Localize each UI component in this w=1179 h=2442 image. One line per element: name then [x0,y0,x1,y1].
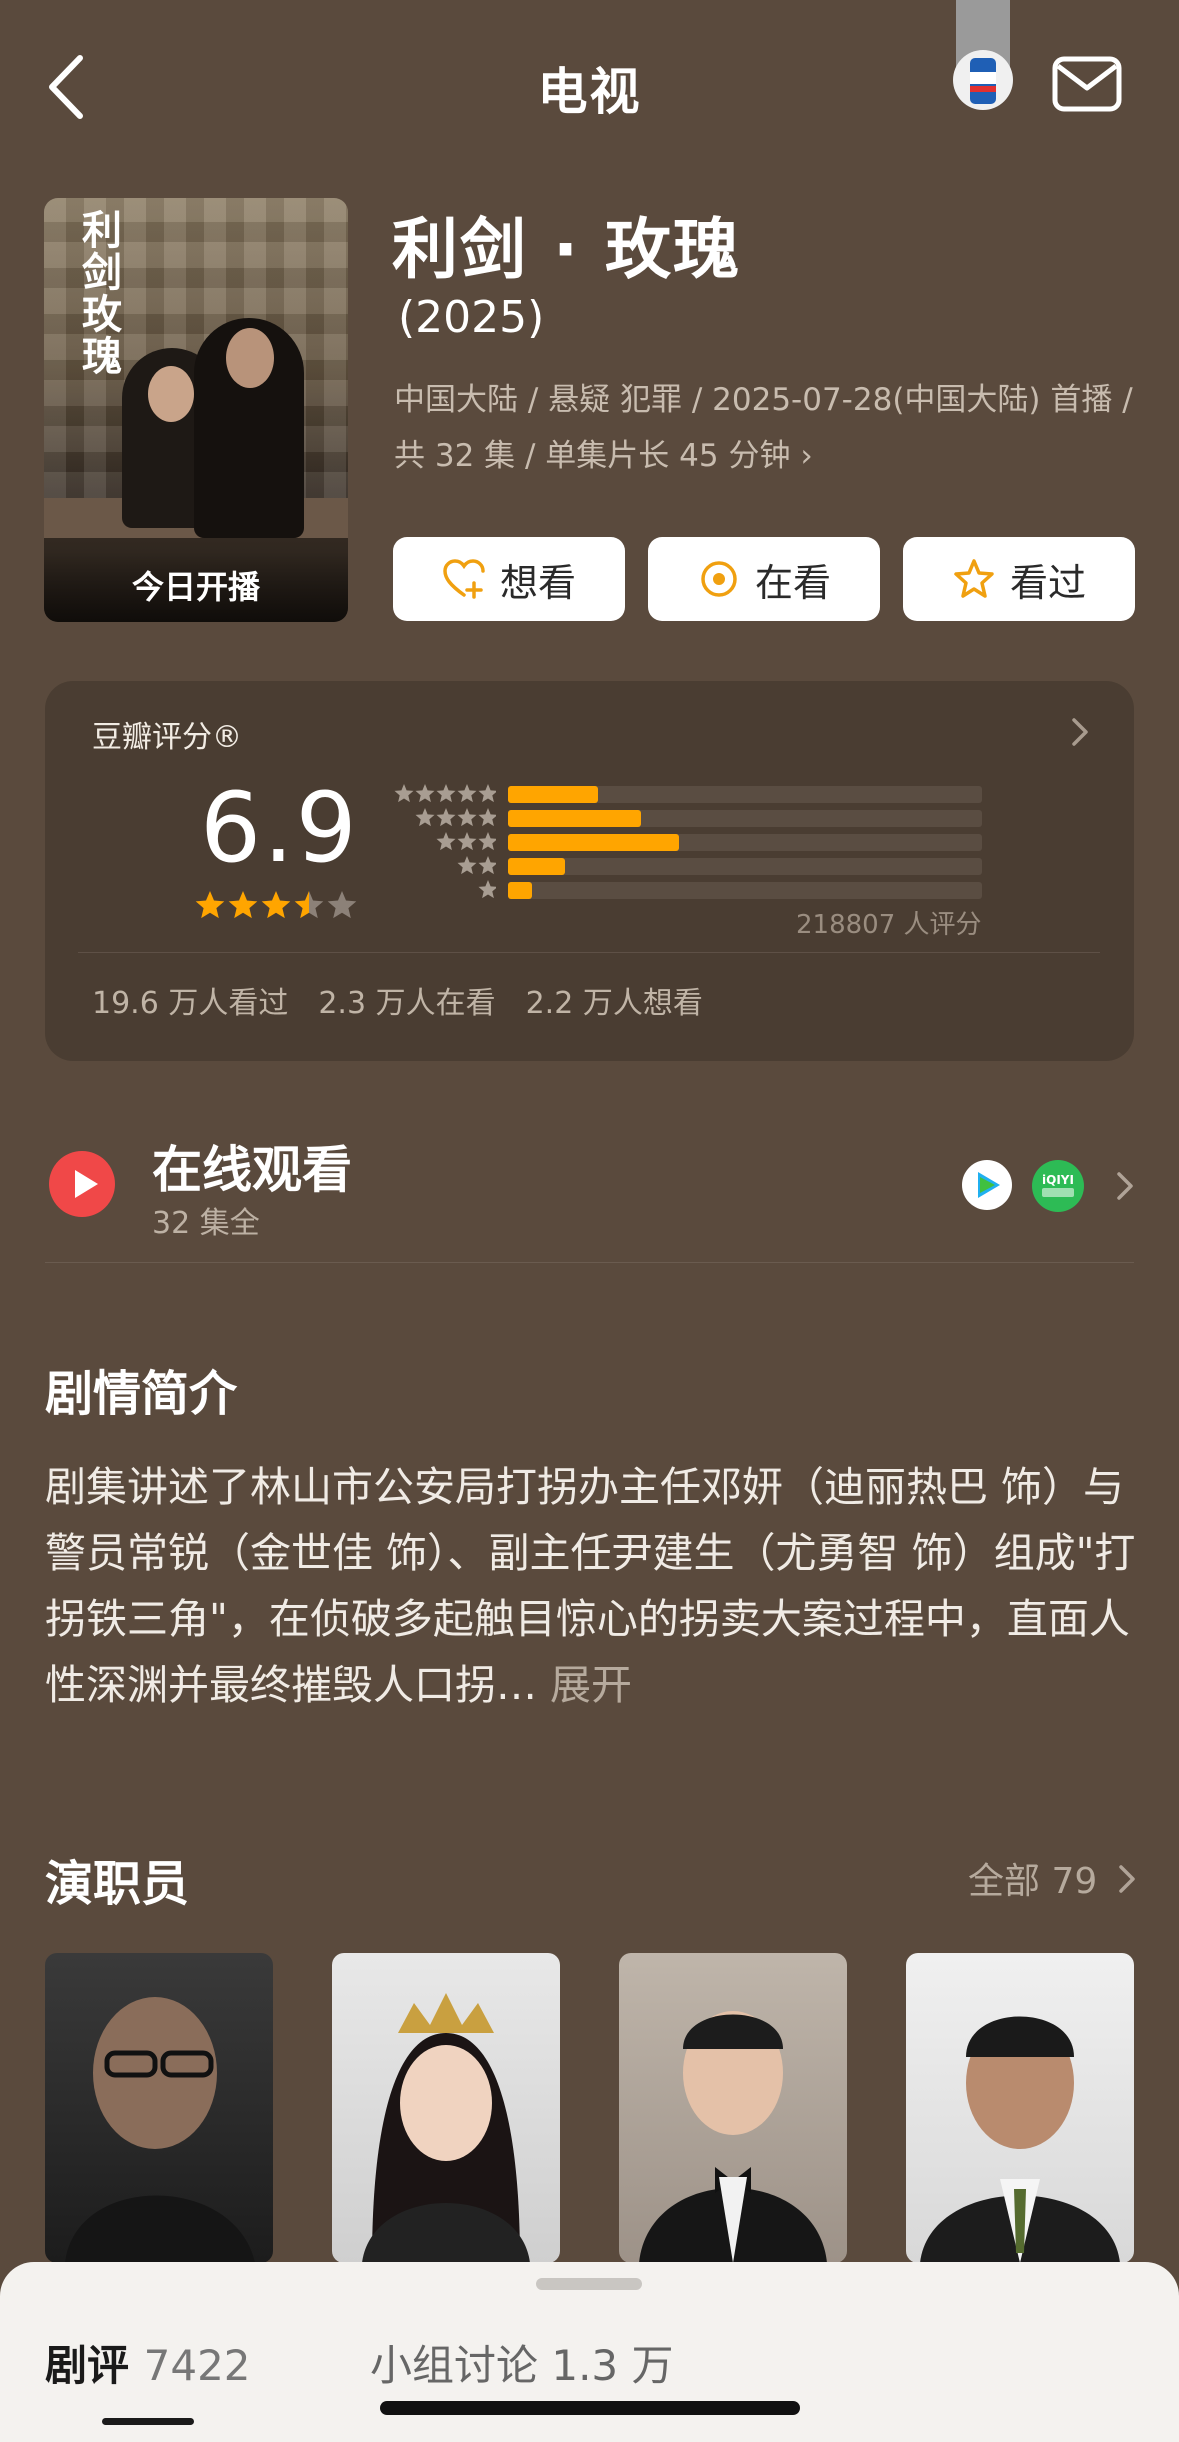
distribution-star [478,856,496,875]
chevron-right-icon [1117,1172,1133,1200]
rating-star [261,891,291,919]
watch-online-title[interactable]: 在线观看 [152,1130,352,1202]
poster-figure-head [226,328,274,388]
play-icon[interactable] [48,1150,116,1218]
show-year: (2025) [398,292,545,343]
synopsis-title: 剧情简介 [45,1366,238,1422]
distribution-star [457,856,477,875]
divider [78,952,1100,953]
distribution-star [415,784,435,803]
distribution-star [436,784,456,803]
rating-bar-track [508,810,982,827]
tencent-video-icon[interactable] [962,1160,1012,1210]
rating-score: 6.9 [200,772,359,884]
poster-figure-head [148,366,194,422]
cast-card[interactable] [906,1953,1134,2263]
rating-bar-track [508,858,982,875]
rating-star [228,891,258,919]
distribution-star-labels [394,784,496,899]
expand-link[interactable]: 展开 [550,1661,632,1709]
stat-watched: 19.6 万人看过 [92,986,289,1021]
chevron-right-icon: › [800,438,813,474]
svg-text:iQIYI: iQIYI [1042,1173,1074,1187]
rating-star [327,891,357,919]
rating-bar-track [508,834,982,851]
poster[interactable]: 利剑玫瑰 今日开播 [44,198,348,622]
cast-card[interactable] [332,1953,560,2263]
rating-bar-track [508,882,982,899]
rating-bar [508,834,679,851]
chevron-right-icon [1119,1865,1135,1893]
want-button[interactable]: 想看 [393,537,625,621]
show-meta[interactable]: 中国大陆 / 悬疑 犯罪 / 2025-07-28(中国大陆) 首播 / 共 3… [394,372,1134,484]
distribution-star [478,880,496,899]
mail-icon[interactable] [1052,56,1122,112]
rating-count: 218807 人评分 [796,910,982,940]
tab-reviews-count: 7422 [143,2341,251,2390]
stat-watching: 2.3 万人在看 [318,986,496,1021]
distribution-star [478,784,496,803]
star-outline-icon [954,559,994,598]
cast-card[interactable] [619,1953,847,2263]
target-icon [701,561,737,597]
cast-photo [639,2011,827,2263]
rating-star [294,891,324,919]
rating-bar [508,882,532,899]
tab-reviews[interactable]: 剧评 7422 [45,2332,251,2393]
synopsis-body: 剧集讲述了林山市公安局打拐办主任邓妍（迪丽热巴 饰）与警员常锐（金世佳 饰）、副… [45,1454,1145,1718]
watch-online-subtitle: 32 集全 [152,1206,260,1241]
rating-label: 豆瓣评分® [92,720,242,755]
cast-photo [362,1993,530,2263]
cast-all-link[interactable]: 全部 79 [968,1852,1097,1904]
distribution-star [457,784,477,803]
iqiyi-icon[interactable]: iQIYI [1032,1160,1084,1212]
distribution-star [478,832,496,851]
drag-handle[interactable] [536,2278,642,2290]
stat-want: 2.2 万人想看 [525,986,703,1021]
chevron-right-icon [1072,718,1088,746]
rating-stars [195,891,357,919]
rating-bar [508,858,565,875]
show-title: 利剑 · 玫瑰 [392,211,742,288]
rating-stats: 19.6 万人看过 2.3 万人在看 2.2 万人想看 [92,978,703,1022]
cast-title: 演职员 [45,1856,190,1912]
cast-card[interactable] [45,1953,273,2263]
rating-bar [508,786,598,803]
cast-photo [65,1997,255,2263]
rating-bar-track [508,786,982,803]
distribution-star [436,808,456,827]
rating-bar [508,810,641,827]
tab-active-indicator [102,2418,194,2425]
heart-plus-icon [443,559,485,599]
poster-label: 今日开播 [44,552,348,622]
watching-label: 在看 [754,560,831,605]
distribution-star [436,832,456,851]
poster-title: 利剑玫瑰 [82,207,122,380]
distribution-star [457,808,477,827]
badge-icon[interactable] [950,0,1016,112]
home-indicator[interactable] [380,2401,800,2415]
distribution-star [415,808,435,827]
want-label: 想看 [499,560,576,605]
tab-group-discussion[interactable]: 小组讨论 1.3 万 [370,2332,674,2393]
cast-photo [920,2016,1120,2263]
tab-reviews-label: 剧评 [45,2341,130,2390]
divider [45,1262,1134,1263]
watched-label: 看过 [1009,560,1086,605]
watched-button[interactable]: 看过 [903,537,1135,621]
show-meta-text: 中国大陆 / 悬疑 犯罪 / 2025-07-28(中国大陆) 首播 / 共 3… [394,382,1133,474]
distribution-star [394,784,414,803]
watching-button[interactable]: 在看 [648,537,880,621]
rating-star [195,891,225,919]
distribution-star [457,832,477,851]
distribution-star [478,808,496,827]
